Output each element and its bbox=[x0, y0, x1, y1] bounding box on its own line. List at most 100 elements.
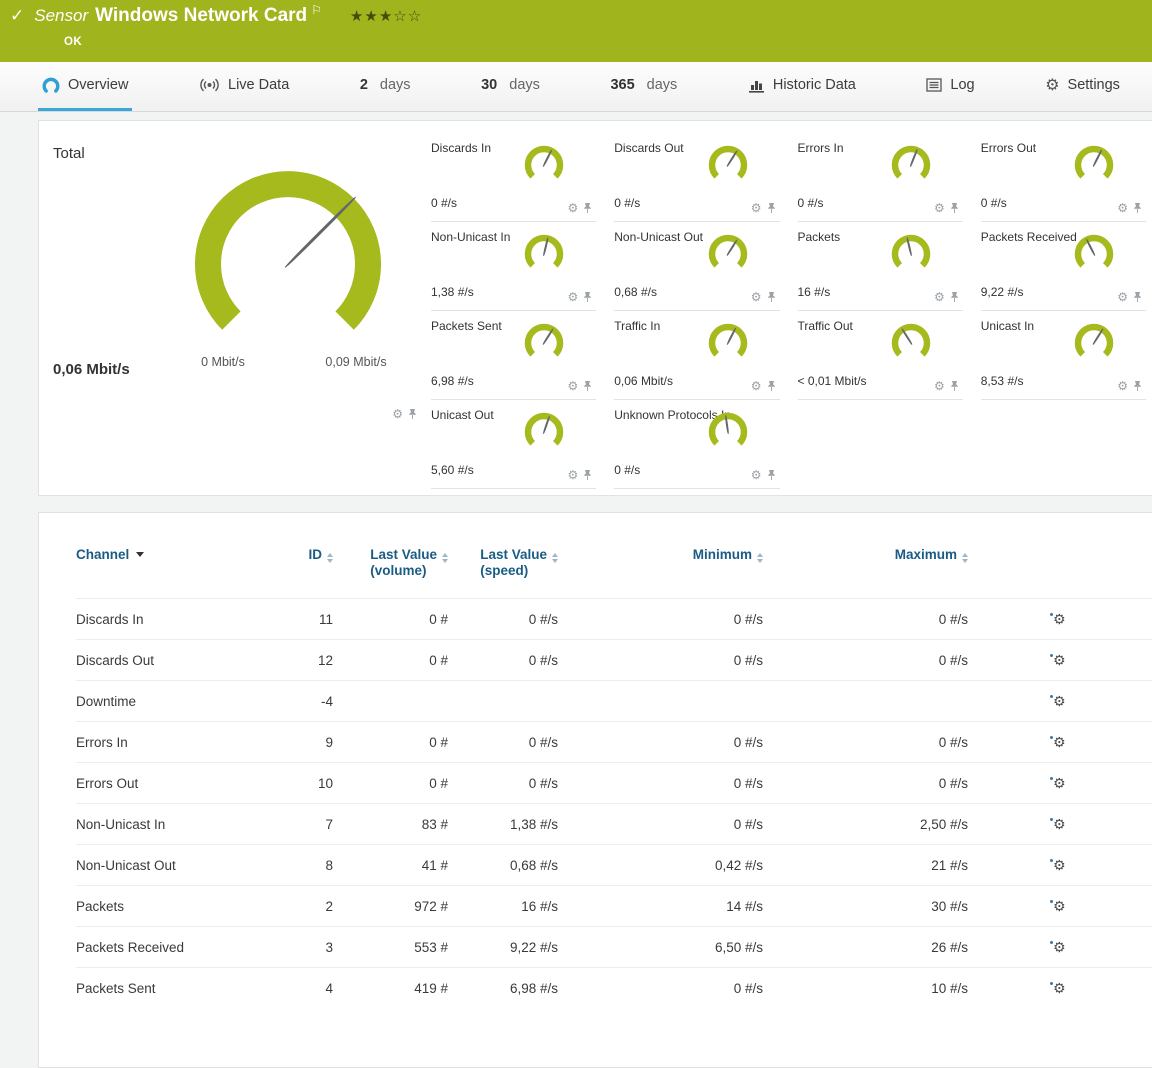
pin-icon[interactable] bbox=[1133, 380, 1142, 392]
gauge-value: 0,68 #/s bbox=[614, 285, 657, 299]
gear-icon[interactable]: ⚙ bbox=[1117, 202, 1128, 214]
gear-icon[interactable]: ⚙ bbox=[567, 291, 578, 303]
tab-bar: Overview Live Data 2 days 30 days 365 da… bbox=[0, 62, 1152, 112]
pin-icon[interactable] bbox=[1133, 202, 1142, 214]
last-value-volume-cell: 41 # bbox=[333, 845, 448, 886]
gear-icon[interactable]: ⚙ bbox=[934, 380, 945, 392]
gear-icon[interactable]: ⚙ bbox=[1117, 291, 1128, 303]
channel-gauge: Discards In 0 #/s ⚙ bbox=[431, 133, 596, 222]
column-header-id[interactable]: ID bbox=[256, 547, 333, 599]
table-row: Non-Unicast In 7 83 # 1,38 #/s 0 #/s 2,5… bbox=[76, 804, 1152, 845]
total-gauge bbox=[173, 159, 403, 349]
gear-icon[interactable]: ⚙ bbox=[1117, 380, 1128, 392]
tab-365-days[interactable]: 365 days bbox=[606, 62, 681, 111]
channel-settings-gear-icon[interactable]: ⚙ bbox=[1053, 940, 1066, 954]
tab-2-days[interactable]: 2 days bbox=[356, 62, 415, 111]
star-icon[interactable]: ★ bbox=[364, 8, 378, 25]
star-icon[interactable]: ☆ bbox=[393, 8, 407, 25]
pin-icon[interactable] bbox=[408, 408, 417, 420]
pin-icon[interactable] bbox=[767, 380, 776, 392]
channel-name-cell[interactable]: Discards Out bbox=[76, 640, 256, 681]
gear-icon[interactable]: ⚙ bbox=[934, 202, 945, 214]
gear-icon[interactable]: ⚙ bbox=[567, 380, 578, 392]
maximum-cell: 0 #/s bbox=[763, 640, 968, 681]
gauge bbox=[704, 409, 752, 453]
channel-settings-gear-icon[interactable]: ⚙ bbox=[1053, 653, 1066, 667]
gauge-value: 0 #/s bbox=[614, 196, 640, 210]
pin-icon[interactable] bbox=[767, 469, 776, 481]
tab-settings[interactable]: ⚙ Settings bbox=[1041, 62, 1124, 111]
flag-icon[interactable]: ⚐ bbox=[311, 3, 322, 17]
gear-icon[interactable]: ⚙ bbox=[751, 469, 762, 481]
column-header-maximum[interactable]: Maximum bbox=[763, 547, 968, 599]
sensor-header: ✓ Sensor Windows Network Card ⚐ ★★★☆☆ OK bbox=[0, 0, 1152, 62]
gear-icon[interactable]: ⚙ bbox=[751, 291, 762, 303]
channel-name-cell[interactable]: Errors Out bbox=[76, 763, 256, 804]
channel-name-cell[interactable]: Downtime bbox=[76, 681, 256, 722]
star-icon[interactable]: ☆ bbox=[408, 8, 422, 25]
tab-overview[interactable]: Overview bbox=[38, 62, 132, 111]
column-header-label: Last Value (speed) bbox=[480, 547, 558, 578]
gauge-value: 0 #/s bbox=[981, 196, 1007, 210]
tab-label: Live Data bbox=[228, 77, 289, 93]
tab-label: Settings bbox=[1068, 77, 1120, 93]
gear-icon[interactable]: ⚙ bbox=[934, 291, 945, 303]
gear-icon[interactable]: ⚙ bbox=[567, 202, 578, 214]
star-icon[interactable]: ★ bbox=[350, 8, 364, 25]
pin-icon[interactable] bbox=[583, 380, 592, 392]
column-header-minimum[interactable]: Minimum bbox=[558, 547, 763, 599]
pin-icon[interactable] bbox=[1133, 291, 1142, 303]
gauge-value: 8,53 #/s bbox=[981, 374, 1024, 388]
sort-icon bbox=[442, 553, 448, 563]
column-header-channel[interactable]: Channel bbox=[76, 547, 256, 599]
channel-name-cell[interactable]: Packets Received bbox=[76, 927, 256, 968]
channel-settings-gear-icon[interactable]: ⚙ bbox=[1053, 776, 1066, 790]
last-value-volume-cell: 83 # bbox=[333, 804, 448, 845]
pin-icon[interactable] bbox=[583, 469, 592, 481]
channel-settings-gear-icon[interactable]: ⚙ bbox=[1053, 735, 1066, 749]
column-header-last-value-volume[interactable]: Last Value (volume) bbox=[333, 547, 448, 599]
pin-icon[interactable] bbox=[950, 380, 959, 392]
gauge bbox=[704, 142, 752, 186]
tab-historic-data[interactable]: Historic Data bbox=[744, 62, 860, 111]
tab-30-days[interactable]: 30 days bbox=[477, 62, 544, 111]
gear-icon[interactable]: ⚙ bbox=[751, 380, 762, 392]
gear-icon[interactable]: ⚙ bbox=[567, 469, 578, 481]
gauge-value: 6,98 #/s bbox=[431, 374, 474, 388]
channel-settings-gear-icon[interactable]: ⚙ bbox=[1053, 899, 1066, 913]
channel-gauge: Errors Out 0 #/s ⚙ bbox=[981, 133, 1146, 222]
tab-label: Historic Data bbox=[773, 77, 856, 93]
pin-icon[interactable] bbox=[767, 202, 776, 214]
channel-settings-gear-icon[interactable]: ⚙ bbox=[1053, 817, 1066, 831]
pin-icon[interactable] bbox=[950, 291, 959, 303]
channel-settings-gear-icon[interactable]: ⚙ bbox=[1053, 858, 1066, 872]
column-header-last-value-speed[interactable]: Last Value (speed) bbox=[448, 547, 558, 599]
channel-id-cell: 2 bbox=[256, 886, 333, 927]
channel-name-cell[interactable]: Errors In bbox=[76, 722, 256, 763]
gear-icon[interactable]: ⚙ bbox=[751, 202, 762, 214]
gear-icon[interactable]: ⚙ bbox=[392, 408, 403, 420]
channel-name-cell[interactable]: Non-Unicast In bbox=[76, 804, 256, 845]
star-icon[interactable]: ★ bbox=[379, 8, 393, 25]
status-badge: OK bbox=[64, 36, 82, 48]
gauge bbox=[887, 231, 935, 275]
pin-icon[interactable] bbox=[767, 291, 776, 303]
last-value-volume-cell: 0 # bbox=[333, 640, 448, 681]
gauge-arc bbox=[704, 320, 752, 364]
star-rating[interactable]: ★★★☆☆ bbox=[350, 7, 422, 25]
channel-name-cell[interactable]: Non-Unicast Out bbox=[76, 845, 256, 886]
pin-icon[interactable] bbox=[583, 202, 592, 214]
channel-settings-gear-icon[interactable]: ⚙ bbox=[1053, 612, 1066, 626]
tab-log[interactable]: Log bbox=[922, 62, 978, 111]
pin-icon[interactable] bbox=[950, 202, 959, 214]
channel-settings-gear-icon[interactable]: ⚙ bbox=[1053, 694, 1066, 708]
last-value-volume-cell: 553 # bbox=[333, 927, 448, 968]
channel-name-cell[interactable]: Discards In bbox=[76, 599, 256, 640]
sort-icon bbox=[757, 553, 763, 563]
tab-live-data[interactable]: Live Data bbox=[195, 62, 293, 111]
gauge-arc bbox=[173, 159, 403, 349]
channel-name-cell[interactable]: Packets bbox=[76, 886, 256, 927]
channel-settings-gear-icon[interactable]: ⚙ bbox=[1053, 981, 1066, 995]
pin-icon[interactable] bbox=[583, 291, 592, 303]
last-value-speed-cell bbox=[448, 681, 558, 722]
